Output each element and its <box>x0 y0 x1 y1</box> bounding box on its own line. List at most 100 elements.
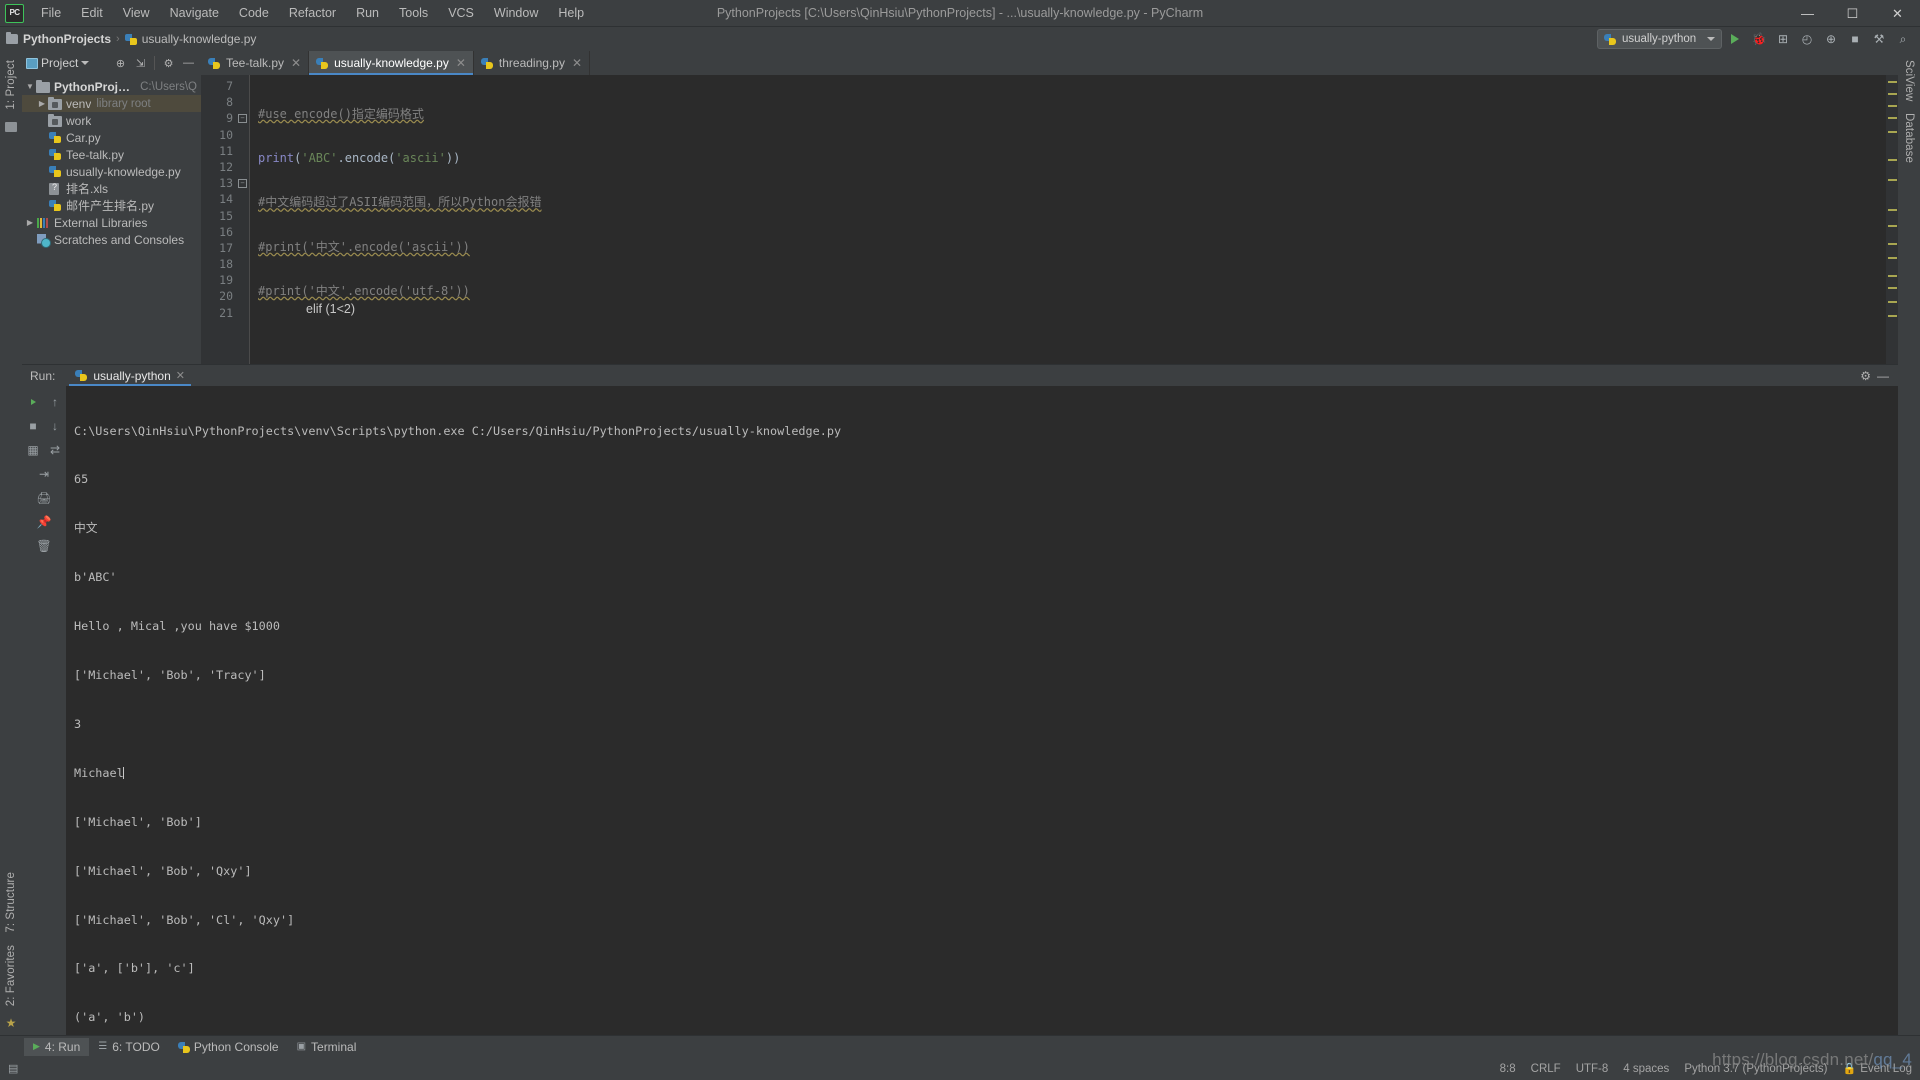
hammer-icon[interactable]: ⚒ <box>1868 29 1890 49</box>
file-encoding[interactable]: UTF-8 <box>1576 1063 1609 1075</box>
menu-navigate[interactable]: Navigate <box>160 2 229 25</box>
tree-row-venv[interactable]: ▶ venv library root <box>22 95 201 112</box>
menu-vcs[interactable]: VCS <box>438 2 484 25</box>
tree-row-car-py[interactable]: Car.py <box>22 129 201 146</box>
tree-row-xls[interactable]: 排名.xls <box>22 180 201 197</box>
search-everywhere-icon[interactable]: ⌕ <box>1892 29 1914 49</box>
console-output[interactable]: C:\Users\QinHsiu\PythonProjects\venv\Scr… <box>66 386 1898 1035</box>
run-tab-usually-python[interactable]: usually-python ✕ <box>69 365 191 386</box>
tree-row-tee-talk-py[interactable]: Tee-talk.py <box>22 146 201 163</box>
scroll-down-icon[interactable]: ↓ <box>45 416 65 436</box>
sidebar-item-project[interactable]: 1: Project <box>5 54 17 116</box>
toolwindow-todo[interactable]: ☰ 6: TODO <box>89 1038 169 1056</box>
error-marker-strip[interactable] <box>1886 75 1898 364</box>
clear-all-icon[interactable]: 🗑 <box>34 536 54 556</box>
toolwindow-terminal[interactable]: ▣ Terminal <box>288 1038 366 1056</box>
indent-setting[interactable]: 4 spaces <box>1623 1063 1669 1075</box>
breadcrumb-file[interactable]: usually-knowledge.py <box>142 32 257 46</box>
tree-row-work[interactable]: work <box>22 112 201 129</box>
layout-icon[interactable]: ▦ <box>23 440 43 460</box>
expand-arrow-icon[interactable]: ▼ <box>24 82 36 91</box>
tree-row-usually-knowledge-py[interactable]: usually-knowledge.py <box>22 163 201 180</box>
menu-code[interactable]: Code <box>229 2 279 25</box>
close-icon[interactable]: ✕ <box>176 369 185 382</box>
menu-run[interactable]: Run <box>346 2 389 25</box>
tree-label: Scratches and Consoles <box>54 232 185 247</box>
profile-icon[interactable]: ◴ <box>1796 29 1818 49</box>
menu-edit[interactable]: Edit <box>71 2 113 25</box>
close-icon[interactable]: ✕ <box>291 56 301 70</box>
sidebar-item-database[interactable]: Database <box>1903 107 1915 169</box>
tree-row-pythonprojects[interactable]: ▼ PythonProjects C:\Users\Q <box>22 78 201 95</box>
editor-row: Project ⊕ ⇲ ⚙ — ▼ PythonProjects C:\User… <box>22 51 1898 364</box>
coverage-icon[interactable]: ⊞ <box>1772 29 1794 49</box>
menu-view[interactable]: View <box>113 2 160 25</box>
console-line-text: Michael <box>74 765 124 780</box>
console-line: b'ABC' <box>74 570 117 585</box>
event-log-button[interactable]: 🔒 Event Log <box>1843 1062 1913 1076</box>
chevron-down-icon[interactable] <box>81 61 90 65</box>
code-text[interactable]: #use encode()指定编码格式 print('ABC'.encode('… <box>249 75 1886 364</box>
tree-row-scratches-and-consoles[interactable]: Scratches and Consoles <box>22 231 201 248</box>
tree-label: 邮件产生排名.py <box>66 199 155 213</box>
run-icon[interactable] <box>1724 29 1746 49</box>
stop-icon[interactable]: ■ <box>1844 29 1866 49</box>
status-bar-right: 8:8 CRLF UTF-8 4 spaces Python 3.7 (Pyth… <box>1500 1062 1913 1076</box>
sidebar-item-sciview[interactable]: SciView <box>1903 54 1915 107</box>
tree-row-mail-rank-py[interactable]: 邮件产生排名.py <box>22 197 201 214</box>
run-configuration-selector[interactable]: usually-python <box>1597 29 1722 49</box>
menu-window[interactable]: Window <box>484 2 548 25</box>
breadcrumb-project[interactable]: PythonProjects <box>23 32 111 46</box>
fold-icon[interactable]: − <box>238 179 247 189</box>
hide-icon[interactable]: — <box>180 55 197 72</box>
gear-icon[interactable]: ⚙ <box>1860 369 1871 383</box>
hide-icon[interactable]: — <box>1877 369 1889 383</box>
maximize-button[interactable]: ☐ <box>1830 0 1875 27</box>
gear-icon[interactable]: ⚙ <box>160 55 177 72</box>
toggle-toolbar-icon[interactable]: ▤ <box>8 1062 18 1075</box>
menu-refactor[interactable]: Refactor <box>279 2 346 25</box>
sidebar-item-favorites[interactable]: 2: Favorites <box>5 939 17 1012</box>
stop-icon[interactable]: ■ <box>23 416 43 436</box>
close-icon[interactable]: ✕ <box>456 56 466 70</box>
python-icon <box>75 369 88 382</box>
pin-icon[interactable]: 📌 <box>34 512 54 532</box>
tab-usually-knowledge-py[interactable]: usually-knowledge.py ✕ <box>309 51 474 75</box>
expand-arrow-icon[interactable]: ▶ <box>36 99 48 108</box>
python-interpreter[interactable]: Python 3.7 (PythonProjects) <box>1684 1063 1827 1075</box>
fold-icon[interactable]: − <box>238 114 247 124</box>
menu-file[interactable]: File <box>31 2 71 25</box>
soft-wrap-icon[interactable]: ⇥ <box>34 464 54 484</box>
close-icon[interactable]: ✕ <box>572 56 582 70</box>
locate-icon[interactable]: ⊕ <box>112 55 129 72</box>
navbar-toolbar: usually-python 🐞 ⊞ ◴ ⊕ ■ ⚒ ⌕ <box>1597 29 1920 49</box>
wrap-icon[interactable]: ⇄ <box>45 440 65 460</box>
menu-tools[interactable]: Tools <box>389 2 438 25</box>
sidebar-item-structure[interactable]: 7: Structure <box>5 866 17 939</box>
project-panel-title[interactable]: Project <box>41 56 78 70</box>
line-separator[interactable]: CRLF <box>1531 1063 1561 1075</box>
code-editor[interactable]: 7 8 9− 10 11 12 13− 14 15 16 17 18 19 20… <box>201 75 1898 364</box>
tab-threading-py[interactable]: threading.py ✕ <box>474 51 590 75</box>
editor-tab-bar: Tee-talk.py ✕ usually-knowledge.py ✕ thr… <box>201 51 1898 75</box>
minimize-button[interactable]: — <box>1785 0 1830 27</box>
folder-icon <box>5 121 17 132</box>
toolwindow-run[interactable]: ▶ 4: Run <box>24 1037 90 1056</box>
tree-row-external-libraries[interactable]: ▶ External Libraries <box>22 214 201 231</box>
rerun-icon[interactable] <box>23 392 43 412</box>
close-button[interactable]: ✕ <box>1875 0 1920 27</box>
caret-position[interactable]: 8:8 <box>1500 1063 1516 1075</box>
title-bar: PC File Edit View Navigate Code Refactor… <box>0 0 1920 27</box>
collapse-all-icon[interactable]: ⇲ <box>132 55 149 72</box>
menu-help[interactable]: Help <box>548 2 594 25</box>
tab-tee-talk-py[interactable]: Tee-talk.py ✕ <box>201 51 310 75</box>
debug-icon[interactable]: 🐞 <box>1748 29 1770 49</box>
run-tool-window-header: Run: usually-python ✕ ⚙ — <box>22 364 1898 386</box>
toolwindow-python-console[interactable]: Python Console <box>169 1038 288 1056</box>
tab-label: threading.py <box>498 56 565 70</box>
attach-icon[interactable]: ⊕ <box>1820 29 1842 49</box>
scroll-up-icon[interactable]: ↑ <box>45 392 65 412</box>
menu-window-label: Window <box>493 5 539 20</box>
print-icon[interactable]: 🖨 <box>34 488 54 508</box>
expand-arrow-icon[interactable]: ▶ <box>24 218 36 227</box>
